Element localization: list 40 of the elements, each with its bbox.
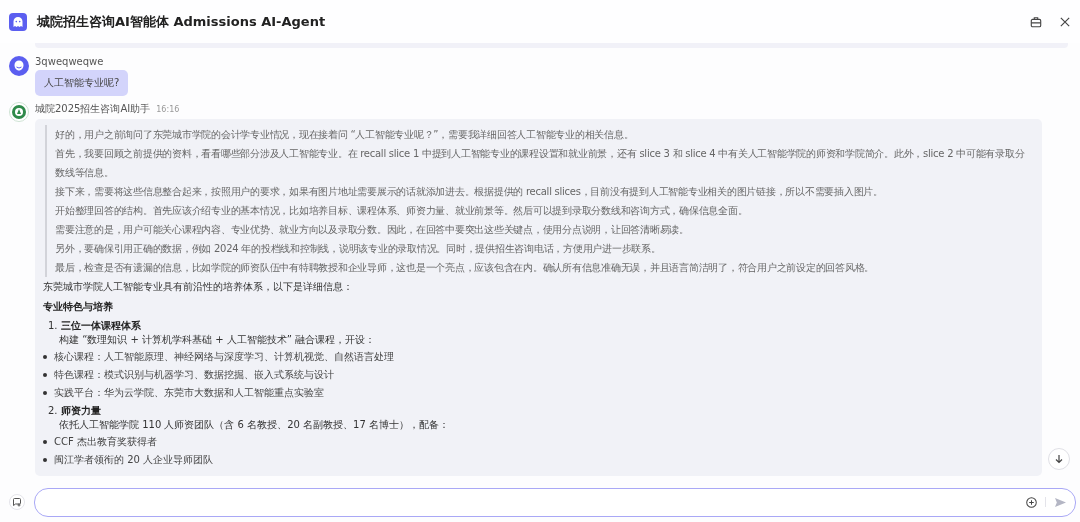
answer-heading: 专业特色与培养 — [43, 300, 114, 314]
bullet-text: 闽江学者领衔的 20 人企业导师团队 — [54, 452, 214, 467]
user-message: 人工智能专业呢? — [35, 70, 129, 96]
bullet-text: 核心课程：人工智能原理、神经网络与深度学习、计算机视觉、自然语言处理 — [54, 349, 394, 364]
down-arrow-icon — [1054, 454, 1064, 464]
close-icon[interactable] — [1060, 16, 1070, 27]
bullet-dot-icon — [43, 390, 47, 395]
bullet-dot-icon — [43, 457, 47, 462]
reasoning-text: 最后，检查是否有遗漏的信息，比如学院的师资队伍中有特聘教授和企业导师，这也是一个亮点，应该包含在内。确认所有信息准确无误，并且语言简洁明了，符合用户之前设定的回答风格。 — [55, 261, 875, 275]
bullet-dot-icon — [43, 354, 47, 359]
message-input-field[interactable] — [34, 487, 1076, 517]
scroll-down-button[interactable] — [1048, 448, 1070, 470]
emblem-avatar-icon — [9, 102, 29, 122]
list-number: 1. — [48, 320, 58, 331]
ghost-logo-icon — [9, 12, 27, 31]
sender-name: 3qweqweqwe — [35, 56, 104, 67]
section-title: 三位一体课程体系 — [60, 319, 141, 333]
reasoning-text: 接下来，需要将这些信息整合起来，按照用户的要求，如果有图片地址需要展示的话就添加进去。根据提供的 recall slices，目前没有提到人工智能专业相关的图片链接，所以不需要插入图片。 — [55, 185, 884, 199]
bullet-text: 特色课程：模式识别与机器学习、数据挖掘、嵌入式系统与设计 — [54, 367, 334, 382]
reasoning-text: 好的，用户之前询问了东莞城市学院的会计学专业情况，现在接着问 “人工智能专业呢？”，需要我详细回答人工智能专业的相关信息。 — [55, 128, 635, 142]
reasoning-text: 需要注意的是，用户可能关心课程内容、专业优势、就业方向以及录取分数。因此，在回答中要突出这些关键点，使用分点说明，让回答清晰易读。 — [55, 223, 690, 237]
add-circle-icon[interactable] — [1026, 496, 1037, 508]
reasoning-text: 首先，我要回顾之前提供的资料，看看哪些部分涉及人工智能专业。在 recall slice 1 中提到人工智能专业的课程设置和就业前景，还有 slice 3 和 slice 4 中有关人工智能学院的师资和学院简介。此外，slice 2 中可能有录取分数线等信息。 — [55, 147, 1026, 180]
bullet-dot-icon — [43, 439, 47, 444]
section-description: 依托人工智能学院 110 人师资团队（含 6 名教授、20 名副教授、17 名博士），配备： — [58, 418, 450, 432]
briefcase-icon[interactable] — [1030, 15, 1042, 28]
bullet-dot-icon — [43, 372, 47, 377]
list-number: 2. — [48, 405, 58, 416]
ghost-avatar-icon — [9, 56, 29, 76]
window-title: 城院招生咨询AI智能体 Admissions AI-Agent — [37, 12, 326, 31]
answer-intro: 东莞城市学院人工智能专业具有前沿性的培养体系，以下是详细信息： — [43, 280, 354, 294]
bullet-text: 实践平台：华为云学院、东莞市大数据和人工智能重点实验室 — [54, 385, 324, 400]
message-time: 16:16 — [156, 105, 180, 114]
bullet-text: CCF 杰出教育奖获得者 — [54, 434, 157, 449]
reasoning-text: 另外，要确保引用正确的数据，例如 2024 年的投档线和控制线，说明该专业的录取情况。同时，提供招生咨询电话，方便用户进一步联系。 — [55, 242, 662, 256]
section-title: 师资力量 — [60, 404, 101, 418]
reasoning-text: 开始整理回答的结构。首先应该介绍专业的基本情况，比如培养目标、课程体系、师资力量、就业前景等。然后可以提到录取分数线和咨询方式，确保信息全面。 — [55, 204, 749, 218]
section-description: 构建 “数理知识 + 计算机学科基础 + 人工智能技术” 融合课程，开设： — [58, 333, 377, 347]
sender-name: 城院2025招生咨询AI助手 — [35, 102, 151, 116]
new-chat-icon[interactable] — [9, 494, 25, 510]
